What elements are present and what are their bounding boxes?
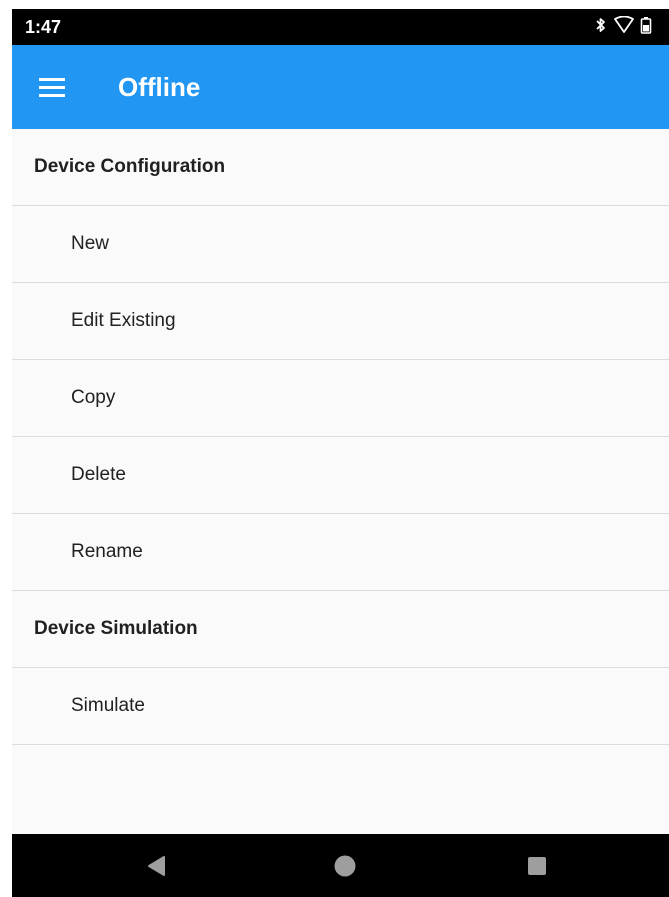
recents-icon[interactable]: [507, 834, 567, 897]
section-header-device-configuration: Device Configuration: [12, 129, 669, 206]
back-icon[interactable]: [126, 834, 186, 897]
navigation-bar: [12, 834, 669, 897]
wifi-icon: [614, 15, 634, 39]
app-bar: Offline: [12, 45, 669, 129]
phone-screen: 1:47 Offline Device Configuration New Ed…: [12, 9, 669, 897]
list-item-new[interactable]: New: [12, 206, 669, 283]
list-item-rename[interactable]: Rename: [12, 514, 669, 591]
hamburger-menu-icon[interactable]: [39, 78, 65, 97]
status-bar: 1:47: [12, 9, 669, 45]
status-icons: [594, 15, 652, 39]
section-header-device-simulation: Device Simulation: [12, 591, 669, 668]
battery-icon: [640, 16, 652, 39]
app-title: Offline: [118, 72, 201, 102]
list-item-edit-existing[interactable]: Edit Existing: [12, 283, 669, 360]
menu-list: Device Configuration New Edit Existing C…: [12, 129, 669, 745]
bluetooth-icon: [594, 16, 608, 39]
list-item-simulate[interactable]: Simulate: [12, 668, 669, 745]
list-item-copy[interactable]: Copy: [12, 360, 669, 437]
home-icon[interactable]: [315, 834, 375, 897]
status-time: 1:47: [25, 17, 62, 37]
list-item-delete[interactable]: Delete: [12, 437, 669, 514]
